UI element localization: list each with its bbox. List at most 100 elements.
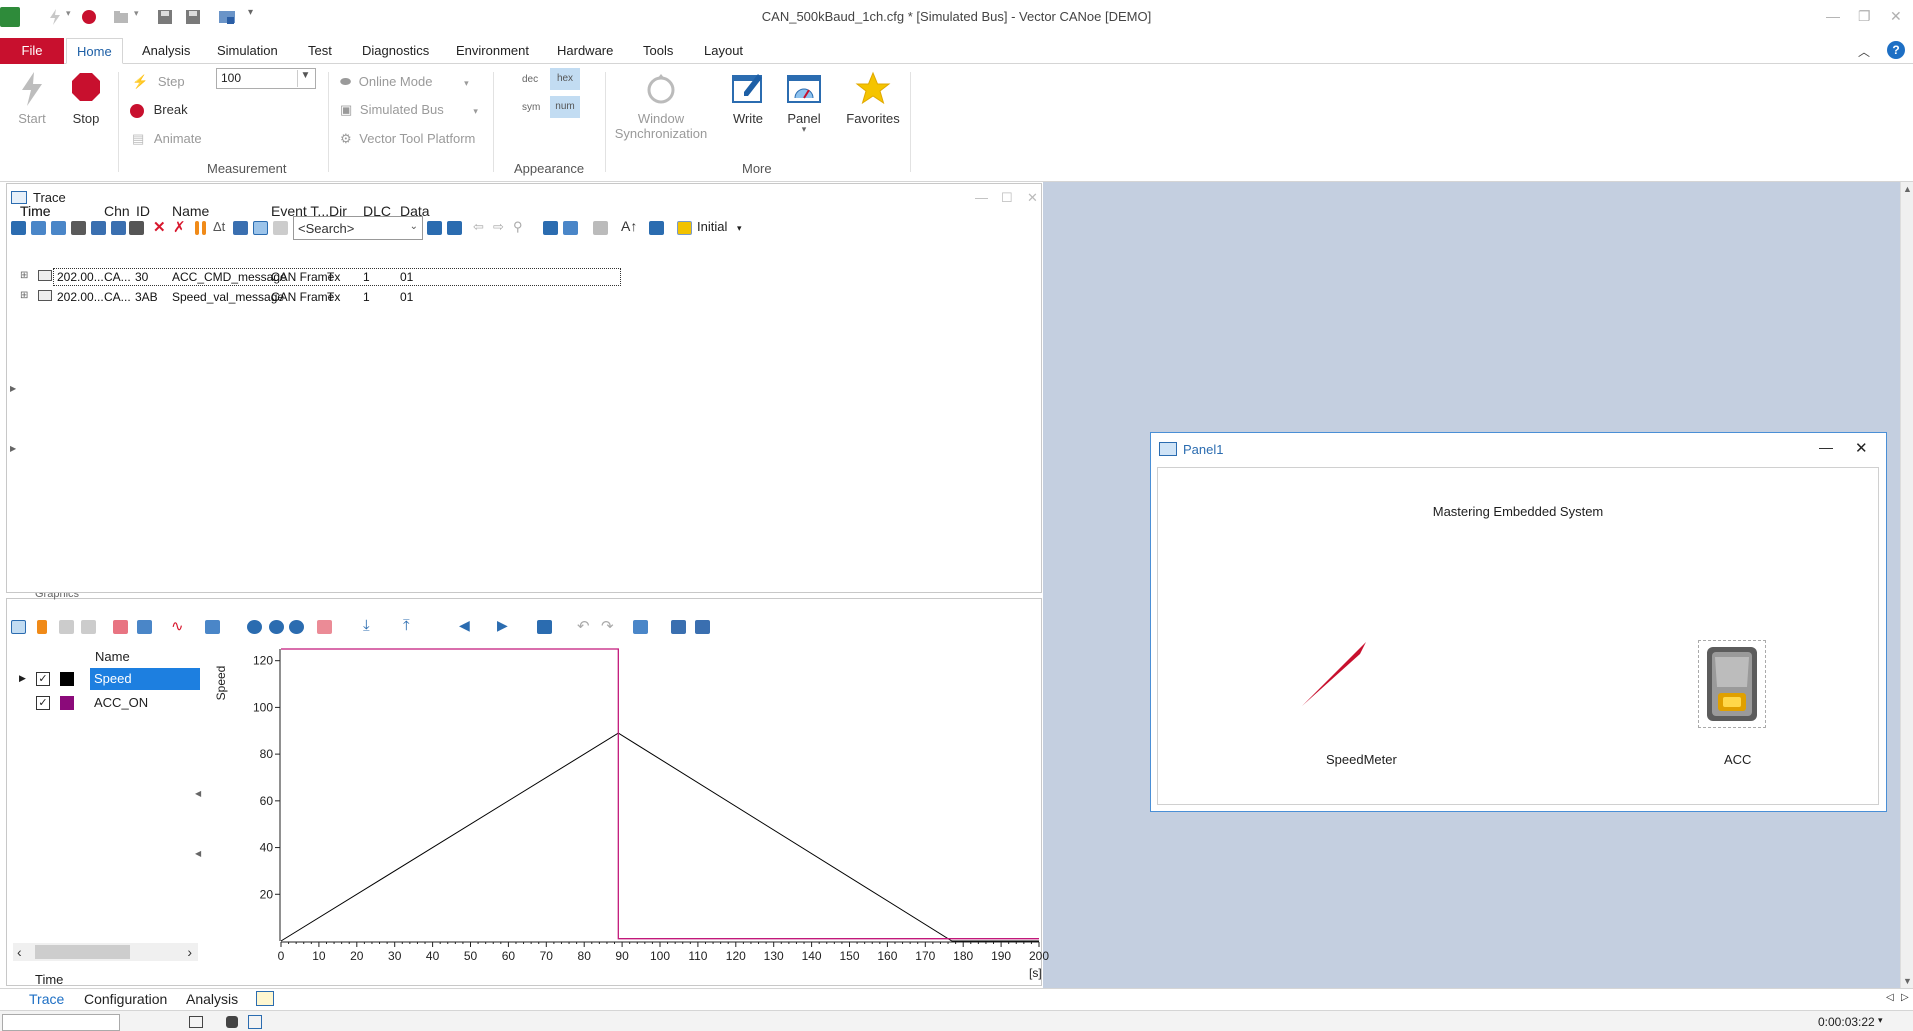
zoom-out-icon[interactable] <box>289 620 304 634</box>
tab-layout[interactable]: Layout <box>694 38 753 64</box>
initial-layout-icon[interactable] <box>677 221 692 235</box>
undo-icon[interactable]: ↶ <box>577 617 590 635</box>
tab-scroll-left-icon[interactable]: ◁ <box>1886 992 1894 1003</box>
info-icon[interactable] <box>11 221 26 235</box>
signal-options-icon[interactable] <box>695 620 710 634</box>
axis-icon[interactable] <box>633 620 648 634</box>
status-input-box[interactable] <box>2 1014 120 1031</box>
measurement-cursor-icon[interactable] <box>11 620 26 634</box>
save-layout-icon[interactable] <box>563 221 578 235</box>
scroll-down-icon[interactable]: ▼ <box>1903 976 1912 986</box>
dropdown-icon[interactable]: ▾ <box>473 106 478 116</box>
redo-icon[interactable]: ↷ <box>601 617 614 635</box>
signal-row-acc-on[interactable]: ✓ ACC_ON <box>20 692 200 714</box>
row-expand-icon[interactable]: ▶ <box>19 673 26 684</box>
arrow-left-icon[interactable]: ⇦ <box>473 219 484 235</box>
tab-simulation[interactable]: Simulation <box>207 38 288 64</box>
close-icon[interactable]: ✕ <box>1855 439 1868 457</box>
chevron-down-icon[interactable]: ⌄ <box>410 221 418 232</box>
chevron-down-icon[interactable]: ▾ <box>737 223 742 233</box>
filter-options-icon[interactable] <box>91 221 106 235</box>
detail-view-icon[interactable] <box>253 221 268 235</box>
collapse-ribbon-icon[interactable]: ︿ <box>1858 43 1870 60</box>
column-header-dir[interactable]: Dir <box>329 203 347 219</box>
expand-icon[interactable]: ⊞ <box>20 270 28 281</box>
new-desktop-icon[interactable] <box>256 991 274 1006</box>
marker-icon[interactable]: ⚲ <box>513 219 523 235</box>
arrow-right-icon[interactable]: ⇨ <box>493 219 504 235</box>
column-header-chn[interactable]: Chn <box>104 203 130 219</box>
close-window-button[interactable]: ✕ <box>1890 8 1902 25</box>
scroll-left-icon[interactable]: ‹ <box>17 944 22 960</box>
column-header-event-type[interactable]: Event T... <box>271 203 329 219</box>
cursor-up-icon[interactable]: ⤒ <box>403 617 410 634</box>
tab-test[interactable]: Test <box>298 38 342 64</box>
tab-configuration[interactable]: Configuration <box>84 991 167 1007</box>
signal-colors-icon[interactable] <box>671 620 686 634</box>
animate-button[interactable]: ▤ Animate <box>132 131 202 147</box>
favorites-button[interactable]: Favorites <box>840 70 906 126</box>
signal-layout-icon[interactable] <box>113 620 128 634</box>
font-icon[interactable]: A↑ <box>621 218 637 234</box>
tab-tools[interactable]: Tools <box>633 38 683 64</box>
column-header-dlc[interactable]: DLC <box>363 203 391 219</box>
sym-toggle[interactable]: sym <box>522 102 540 113</box>
fit-all-icon[interactable] <box>81 620 96 634</box>
stop-button[interactable]: Stop <box>66 70 106 126</box>
scroll-mode-icon[interactable] <box>233 221 248 235</box>
pause-icon[interactable] <box>37 620 47 634</box>
markers-icon[interactable] <box>205 620 220 634</box>
statistics-icon[interactable] <box>31 221 46 235</box>
signal-color-swatch[interactable] <box>60 696 74 710</box>
initial-layout-button[interactable]: Initial ▾ <box>697 219 742 234</box>
line-style-icon[interactable]: ∿ <box>171 617 184 635</box>
tab-trace[interactable]: Trace <box>29 991 64 1007</box>
color-icon[interactable] <box>649 221 664 235</box>
column-header-id[interactable]: ID <box>136 203 150 219</box>
search-backward-icon[interactable] <box>427 221 442 235</box>
tab-file[interactable]: File <box>0 38 64 64</box>
clear-filter-icon[interactable]: ✗ <box>173 218 186 236</box>
help-icon[interactable]: ? <box>1887 41 1905 59</box>
minimize-icon[interactable]: — <box>1819 439 1833 455</box>
column-header-time[interactable]: Time <box>20 203 51 219</box>
workspace-scrollbar-track[interactable]: ▲ ▼ <box>1900 182 1913 988</box>
export-icon[interactable] <box>51 221 66 235</box>
grid-lines-icon[interactable] <box>593 221 608 235</box>
column-header-name[interactable]: Name <box>172 203 209 219</box>
search-input[interactable]: <Search> ⌄ <box>293 216 423 240</box>
restore-window-button[interactable]: ❐ <box>1858 8 1871 25</box>
animation-speed-combobox[interactable]: 100 ▼ <box>216 68 316 89</box>
signal-color-swatch[interactable] <box>60 672 74 686</box>
signal-row-speed[interactable]: ▶ ✓ Speed <box>19 668 200 690</box>
tab-analysis-desktop[interactable]: Analysis <box>186 991 238 1007</box>
window-synchronization-button[interactable]: Window Synchronization <box>612 70 710 141</box>
minimize-icon[interactable]: — <box>975 184 988 212</box>
zoom-area-icon[interactable] <box>317 620 332 634</box>
signal-checkbox[interactable]: ✓ <box>36 672 50 686</box>
tab-diagnostics[interactable]: Diagnostics <box>352 38 439 64</box>
speed-chart[interactable]: 20 40 60 80 100 120 0 10 20 30 40 50 60 70 80 90 100 110 1… <box>203 645 1053 985</box>
zoom-icon[interactable] <box>247 620 262 634</box>
signal-list-hscrollbar[interactable]: ‹ › <box>13 943 198 961</box>
minimize-window-button[interactable]: — <box>1826 8 1840 24</box>
simulated-bus-button[interactable]: ▣ Simulated Bus ▾ <box>340 102 478 118</box>
num-toggle[interactable]: num <box>550 96 580 118</box>
cursor-icon[interactable]: ⤓ <box>363 617 370 634</box>
tab-environment[interactable]: Environment <box>446 38 539 64</box>
column-header-data[interactable]: Data <box>400 203 430 219</box>
scrollbar-thumb[interactable] <box>35 945 130 959</box>
step-button[interactable]: ⚡ Step <box>132 74 185 90</box>
fit-horizontal-icon[interactable] <box>59 620 74 634</box>
zoom-in-icon[interactable] <box>269 620 284 634</box>
chevron-down-icon[interactable]: ▼ <box>297 70 313 87</box>
scroll-up-icon[interactable]: ▲ <box>1903 184 1912 194</box>
scroll-right-icon[interactable]: ▶ <box>497 617 508 634</box>
expand-icon[interactable]: ⊞ <box>20 290 28 301</box>
tab-hardware[interactable]: Hardware <box>547 38 623 64</box>
columns-icon[interactable] <box>273 221 288 235</box>
scroll-left-icon[interactable]: ◀ <box>459 617 470 634</box>
online-mode-button[interactable]: ⬬ Online Mode ▾ <box>340 74 469 90</box>
tab-home[interactable]: Home <box>66 38 123 64</box>
splitter-arrow-icon[interactable]: ▶ <box>10 384 16 393</box>
